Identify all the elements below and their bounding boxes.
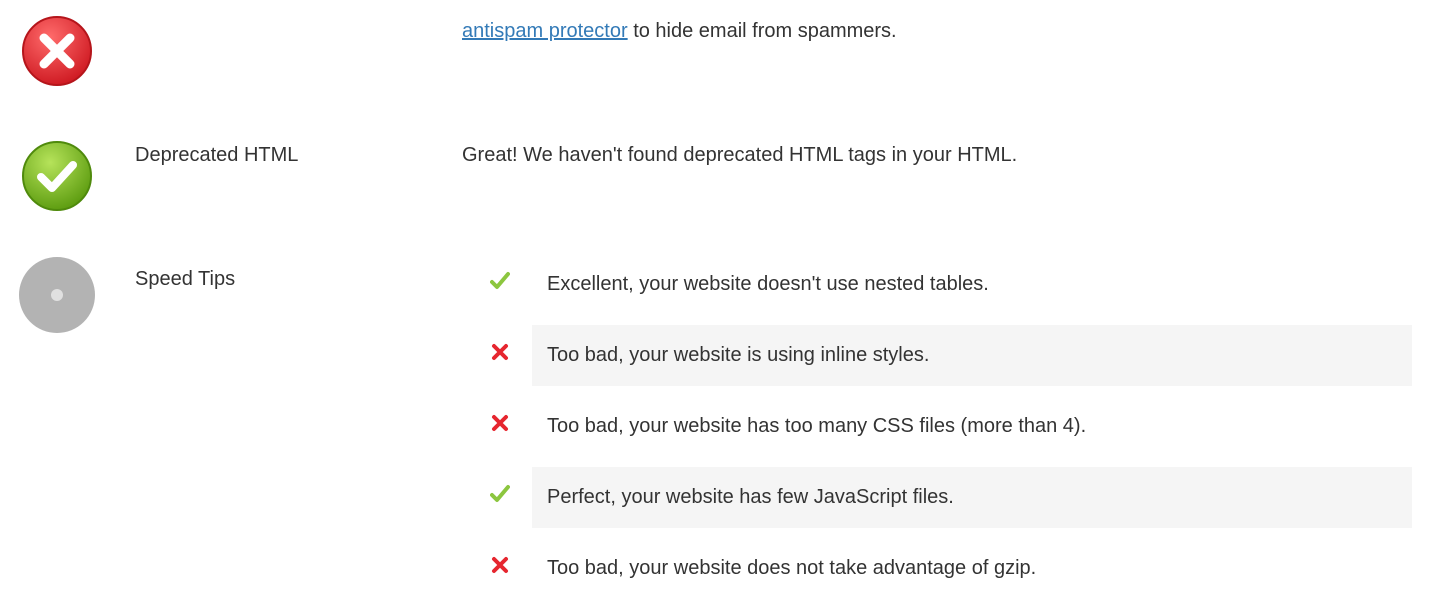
cross-icon [492,415,508,431]
tip-text: Too bad, your website is using inline st… [547,344,930,366]
speed-tips-list: Excellent, your website doesn't use nest… [457,254,1412,600]
description-rest: to hide email from spammers. [627,20,897,42]
list-item: Excellent, your website doesn't use nest… [457,254,1412,315]
description-text: antispam protector to hide email from sp… [462,18,897,44]
tip-body: Too bad, your website does not take adva… [532,538,1412,599]
check-name: Speed Tips [135,268,236,290]
checkmark-icon [490,485,510,502]
tip-status [457,396,532,457]
description-text: Great! We haven't found deprecated HTML … [462,144,1018,166]
cross-icon [492,557,508,573]
cross-icon [492,344,508,360]
tip-status [457,254,532,315]
tip-status [457,467,532,528]
tip-text: Too bad, your website does not take adva… [547,557,1037,579]
tip-text: Excellent, your website doesn't use nest… [547,273,989,295]
list-item: Perfect, your website has few JavaScript… [457,467,1412,528]
list-item: Too bad, your website has too many CSS f… [457,396,1412,457]
tip-text: Perfect, your website has few JavaScript… [547,486,954,508]
neutral-circle-icon [19,257,95,333]
tip-text: Too bad, your website has too many CSS f… [547,415,1087,437]
result-row-email: antispam protector to hide email from sp… [0,0,1450,109]
error-circle-icon [22,16,92,86]
tip-body: Too bad, your website is using inline st… [532,325,1412,386]
list-item: Too bad, your website is using inline st… [457,325,1412,386]
tip-body: Too bad, your website has too many CSS f… [532,396,1412,457]
tip-body: Perfect, your website has few JavaScript… [532,467,1412,528]
tip-status [457,538,532,599]
antispam-protector-link[interactable]: antispam protector [462,20,628,42]
list-item: Too bad, your website does not take adva… [457,538,1412,599]
checkmark-icon [490,272,510,289]
result-row-deprecated-html: Deprecated HTML Great! We haven't found … [0,117,1450,233]
tip-body: Excellent, your website doesn't use nest… [532,254,1412,315]
result-row-speed-tips: Speed Tips Excellent, your website doesn… [0,241,1450,612]
check-name: Deprecated HTML [135,144,299,166]
tip-status [457,325,532,386]
check-circle-icon [22,141,92,211]
